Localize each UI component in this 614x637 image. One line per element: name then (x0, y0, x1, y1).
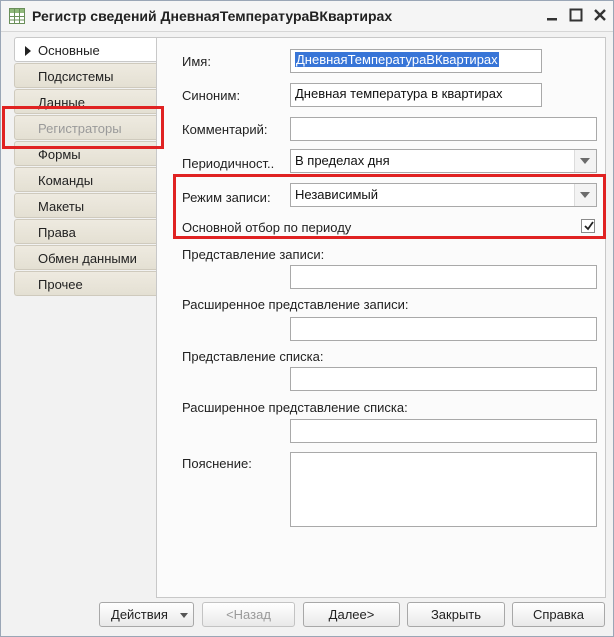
name-field[interactable]: ДневнаяТемператураВКвартирах (290, 49, 542, 73)
tab-label: Права (38, 225, 76, 240)
minimize-icon[interactable] (543, 6, 561, 24)
ext-record-presentation-field[interactable] (290, 317, 597, 341)
tab-label: Данные (38, 95, 85, 110)
tab-label: Команды (38, 173, 94, 188)
checkmark-icon (584, 221, 594, 231)
explanation-textarea[interactable] (290, 452, 597, 527)
help-button-label: Справка (533, 607, 584, 622)
actions-button-label: Действия (111, 607, 168, 622)
next-button-label: Далее> (328, 607, 375, 622)
synonym-value: Дневная температура в квартирах (295, 86, 503, 101)
actions-button[interactable]: Действия (99, 602, 194, 627)
maximize-icon[interactable] (567, 6, 585, 24)
ext-record-presentation-label: Расширенное представление записи: (182, 297, 409, 312)
register-editor-window: Регистр сведений ДневнаяТемператураВКвар… (0, 0, 614, 637)
chevron-down-icon (180, 613, 188, 618)
tab-main[interactable]: Основные (14, 37, 157, 62)
synonym-label: Синоним: (182, 88, 241, 103)
tab-commands[interactable]: Команды (14, 167, 157, 192)
main-filter-checkbox[interactable] (581, 219, 595, 233)
register-table-icon (9, 8, 25, 24)
title-bar: Регистр сведений ДневнаяТемператураВКвар… (1, 1, 613, 32)
close-button-label: Закрыть (430, 607, 482, 622)
chevron-down-icon[interactable] (574, 150, 596, 172)
tab-label: Основные (38, 43, 100, 58)
close-icon[interactable] (591, 6, 609, 24)
tab-label: Формы (38, 147, 81, 162)
window-title: Регистр сведений ДневнаяТемператураВКвар… (32, 8, 393, 24)
tab-label: Прочее (38, 277, 83, 292)
explanation-label: Пояснение: (182, 456, 252, 471)
list-presentation-label: Представление списка: (182, 349, 324, 364)
comment-label: Комментарий: (182, 122, 268, 137)
comment-field[interactable] (290, 117, 597, 141)
record-presentation-field[interactable] (290, 265, 597, 289)
write-mode-select[interactable]: Независимый (290, 183, 597, 207)
tab-registrators[interactable]: Регистраторы (14, 115, 157, 140)
write-mode-label: Режим записи: (182, 190, 271, 205)
next-button[interactable]: Далее> (303, 602, 400, 627)
record-presentation-label: Представление записи: (182, 247, 325, 262)
main-filter-label: Основной отбор по периоду (182, 220, 352, 235)
name-label: Имя: (182, 54, 211, 69)
name-value: ДневнаяТемператураВКвартирах (295, 52, 499, 67)
active-tab-arrow-icon (25, 46, 31, 56)
periodicity-value: В пределах дня (295, 153, 390, 168)
tab-label: Макеты (38, 199, 85, 214)
tab-forms[interactable]: Формы (14, 141, 157, 166)
tab-label: Регистраторы (38, 121, 122, 136)
synonym-field[interactable]: Дневная температура в квартирах (290, 83, 542, 107)
tab-label: Обмен данными (38, 251, 137, 266)
write-mode-value: Независимый (295, 187, 378, 202)
tab-data[interactable]: Данные (14, 89, 157, 114)
tab-subsystems[interactable]: Подсистемы (14, 63, 157, 88)
tab-templates[interactable]: Макеты (14, 193, 157, 218)
help-button[interactable]: Справка (512, 602, 605, 627)
tab-data-exchange[interactable]: Обмен данными (14, 245, 157, 270)
ext-list-presentation-label: Расширенное представление списка: (182, 400, 408, 415)
periodicity-label: Периодичност.. (182, 156, 275, 171)
tab-rights[interactable]: Права (14, 219, 157, 244)
ext-list-presentation-field[interactable] (290, 419, 597, 443)
back-button-label: <Назад (226, 607, 271, 622)
close-button[interactable]: Закрыть (407, 602, 505, 627)
periodicity-select[interactable]: В пределах дня (290, 149, 597, 173)
section-tabs: Основные Подсистемы Данные Регистраторы … (14, 37, 157, 297)
tab-other[interactable]: Прочее (14, 271, 157, 296)
chevron-down-icon[interactable] (574, 184, 596, 206)
list-presentation-field[interactable] (290, 367, 597, 391)
back-button[interactable]: <Назад (202, 602, 295, 627)
tab-label: Подсистемы (38, 69, 114, 84)
